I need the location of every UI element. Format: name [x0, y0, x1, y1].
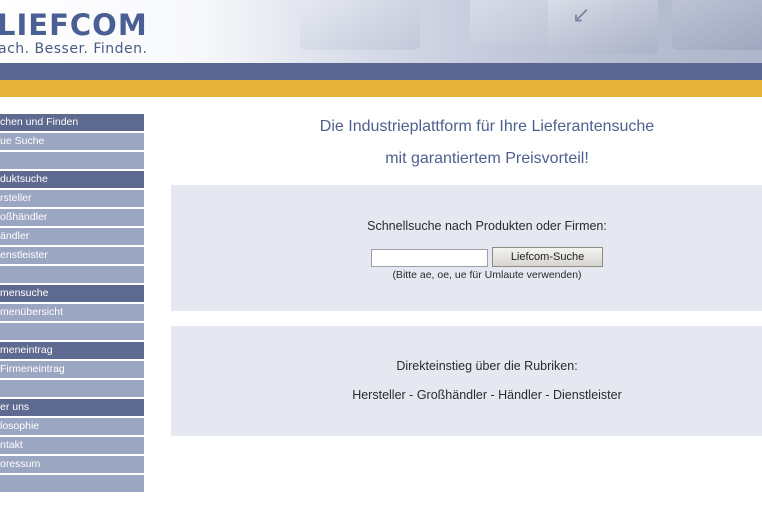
keyboard-key-image — [672, 0, 762, 50]
sidebar-section-header: mensuche — [0, 285, 144, 302]
sidebar-section-header: er uns — [0, 399, 144, 416]
rubrik-link[interactable]: Großhändler — [417, 388, 487, 402]
site-slogan: ach. Besser. Finden. — [0, 41, 148, 57]
page-title-line-2: mit garantiertem Preisvorteil! — [385, 150, 589, 167]
sidebar-item[interactable]: oßhändler — [0, 209, 144, 226]
liefcom-search-button[interactable]: Liefcom-Suche — [492, 247, 603, 267]
key-arrow-icon: ↙ — [572, 2, 591, 27]
sidebar-item[interactable]: menübersicht — [0, 304, 144, 321]
sidebar-item[interactable]: ue Suche — [0, 133, 144, 150]
sidebar-item[interactable]: rsteller — [0, 190, 144, 207]
sidebar-spacer — [0, 323, 144, 340]
header-blue-bar — [0, 63, 762, 80]
sidebar-spacer — [0, 475, 144, 492]
search-input[interactable] — [371, 249, 488, 267]
sidebar-item[interactable]: ntakt — [0, 437, 144, 454]
link-separator: - — [541, 388, 553, 402]
direct-entry-panel: Direkteinstieg über die Rubriken: Herste… — [171, 326, 762, 436]
rubrik-link[interactable]: Hersteller — [352, 388, 406, 402]
sidebar-section-header: meneintrag — [0, 342, 144, 359]
quick-search-label: Schnellsuche nach Produkten oder Firmen: — [367, 219, 607, 233]
keyboard-key-image — [548, 0, 658, 54]
sidebar-spacer — [0, 266, 144, 283]
link-separator: - — [405, 388, 417, 402]
sidebar-item[interactable]: Firmeneintrag — [0, 361, 144, 378]
sidebar-item[interactable]: ändler — [0, 228, 144, 245]
page-header: ↙ LIEFCOM ach. Besser. Finden. — [0, 0, 762, 63]
rubrik-link[interactable]: Dienstleister — [553, 388, 622, 402]
sidebar-section-header: duktsuche — [0, 171, 144, 188]
sidebar-item[interactable]: oressum — [0, 456, 144, 473]
direct-entry-label: Direkteinstieg über die Rubriken: — [396, 359, 578, 373]
sidebar-section-header: chen und Finden — [0, 114, 144, 131]
sidebar-nav: chen und Finden ue Suche duktsuche rsteller… — [0, 114, 144, 494]
sidebar-item[interactable]: losophie — [0, 418, 144, 435]
umlaut-hint: (Bitte ae, oe, ue für Umlaute verwenden) — [392, 269, 582, 281]
rubrik-link[interactable]: Händler — [498, 388, 542, 402]
header-yellow-bar — [0, 80, 762, 97]
page-title-line-1: Die Industrieplattform für Ihre Lieferan… — [319, 118, 655, 135]
sidebar-spacer — [0, 380, 144, 397]
rubrik-links: Hersteller - Großhändler - Händler - Die… — [171, 388, 762, 402]
sidebar-spacer — [0, 152, 144, 169]
site-logo[interactable]: LIEFCOM — [0, 8, 148, 42]
sidebar-item[interactable]: enstleister — [0, 247, 144, 264]
keyboard-key-image — [300, 0, 420, 50]
quick-search-panel: Schnellsuche nach Produkten oder Firmen:… — [171, 185, 762, 311]
link-separator: - — [487, 388, 499, 402]
